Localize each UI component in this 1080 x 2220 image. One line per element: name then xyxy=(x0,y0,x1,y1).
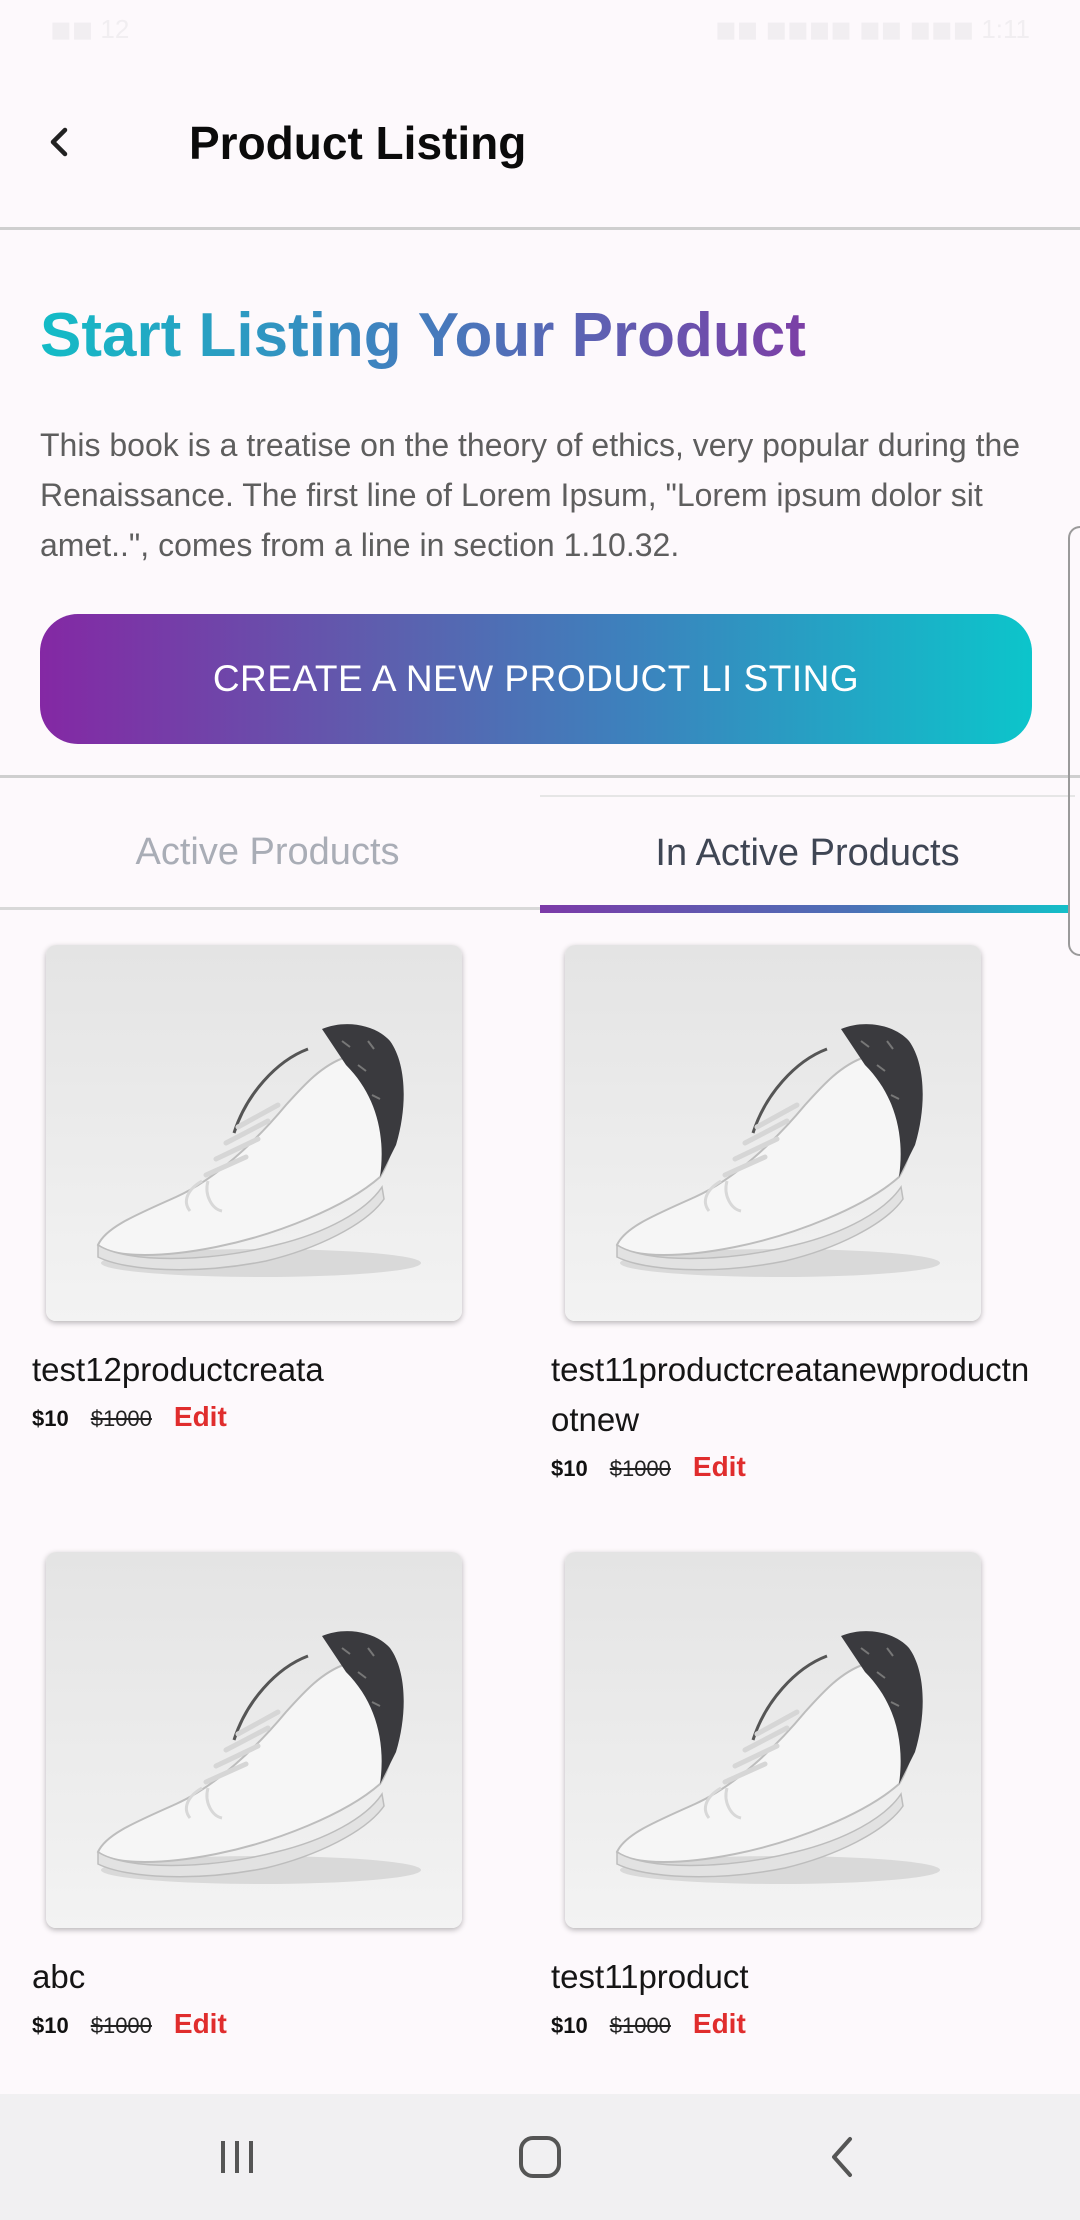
edit-link[interactable]: Edit xyxy=(174,1401,227,1433)
nav-back-button[interactable] xyxy=(802,2124,882,2190)
tab-active-products[interactable]: Active Products xyxy=(0,795,535,910)
price-row: $10 $1000 Edit xyxy=(551,1451,746,1483)
product-old-price: $1000 xyxy=(90,1406,152,1431)
sneaker-illustration xyxy=(615,1024,940,1277)
product-name: abc xyxy=(32,1958,86,1995)
product-price: $10 xyxy=(551,2013,588,2038)
product-price: $10 xyxy=(551,1456,588,1481)
price-row: $10 $1000 Edit xyxy=(551,2008,746,2040)
section-divider xyxy=(0,775,1080,778)
app-header: Product Listing xyxy=(0,64,1080,230)
home-icon xyxy=(519,2136,561,2178)
price-row: $10 $1000 Edit xyxy=(32,1401,227,1433)
back-icon xyxy=(832,2137,852,2177)
sneaker-illustration xyxy=(96,1024,421,1277)
sneaker-image[interactable] xyxy=(565,945,981,1321)
product-price: $10 xyxy=(32,2013,69,2038)
product-old-price: $1000 xyxy=(609,2013,671,2038)
nav-recents-button[interactable] xyxy=(197,2124,277,2190)
edit-link[interactable]: Edit xyxy=(174,2008,227,2040)
edit-link[interactable]: Edit xyxy=(693,1451,746,1483)
sneaker-illustration xyxy=(615,1631,940,1884)
hero-title: Start Listing Your Product xyxy=(40,301,806,370)
product-name: test11productcreatanewproductnotnew xyxy=(551,1351,1030,1438)
hero-description: This book is a treatise on the theory of… xyxy=(40,427,1021,563)
product-name: test12productcreata xyxy=(32,1351,324,1388)
recents-icon xyxy=(221,2141,253,2173)
sneaker-image[interactable] xyxy=(565,1552,981,1928)
side-panel-handle[interactable] xyxy=(1068,526,1080,956)
sneaker-image[interactable] xyxy=(46,1552,462,1928)
edit-link[interactable]: Edit xyxy=(693,2008,746,2040)
back-button[interactable] xyxy=(30,114,86,170)
product-old-price: $1000 xyxy=(90,2013,152,2038)
sneaker-illustration xyxy=(96,1631,421,1884)
nav-home-button[interactable] xyxy=(500,2124,580,2190)
chevron-left-icon xyxy=(50,127,68,157)
product-price: $10 xyxy=(32,1406,69,1431)
tab-inactive-products[interactable]: In Active Products xyxy=(540,795,1075,910)
system-nav-bar xyxy=(0,2094,1080,2220)
sneaker-image[interactable] xyxy=(46,945,462,1321)
product-old-price: $1000 xyxy=(609,1456,671,1481)
status-bar: ◼◼ 12 ◼◼ ◼◼◼◼ ◼◼ ◼◼◼ 1:11 xyxy=(0,0,1080,64)
create-listing-button[interactable]: CREATE A NEW PRODUCT LI STING xyxy=(40,614,1032,744)
product-name: test11product xyxy=(551,1958,749,1995)
status-bar-right: ◼◼ ◼◼◼◼ ◼◼ ◼◼◼ 1:11 xyxy=(715,14,1030,44)
product-tabs: Active Products In Active Products xyxy=(0,795,1075,913)
price-row: $10 $1000 Edit xyxy=(32,2008,227,2040)
status-bar-left: ◼◼ 12 xyxy=(50,14,130,44)
tab-indicator xyxy=(540,905,1070,913)
page-title: Product Listing xyxy=(189,117,527,169)
